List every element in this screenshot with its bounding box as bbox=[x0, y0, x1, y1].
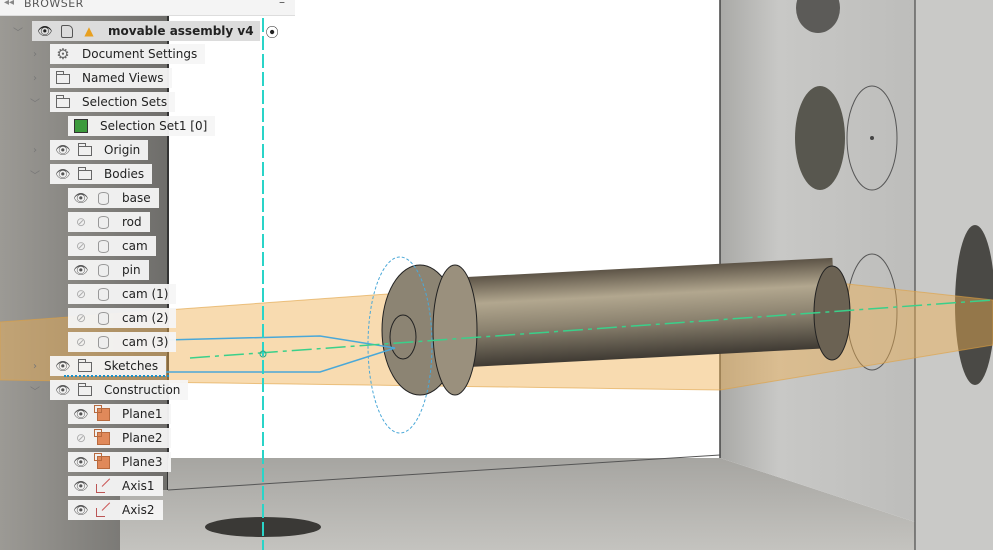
selection-set-icon bbox=[72, 117, 90, 135]
eye-hidden-icon[interactable]: ⊘ bbox=[72, 213, 90, 231]
eye-icon[interactable]: 👁 bbox=[72, 405, 90, 423]
body-icon bbox=[94, 309, 112, 327]
tree-item-label: Plane3 bbox=[122, 455, 163, 469]
tree-item[interactable]: 👁 pin bbox=[0, 259, 149, 281]
chevron-down-icon[interactable]: ﹀ bbox=[29, 167, 41, 182]
component-icon bbox=[58, 22, 76, 40]
eye-icon[interactable]: 👁 bbox=[54, 381, 72, 399]
tree-item[interactable]: › ⚙ Document Settings bbox=[0, 43, 206, 65]
tree-item-label: cam (3) bbox=[122, 335, 169, 349]
eye-icon[interactable]: 👁 bbox=[54, 141, 72, 159]
minimize-button[interactable]: – bbox=[279, 0, 285, 9]
body-icon bbox=[94, 213, 112, 231]
eye-icon[interactable]: 👁 bbox=[54, 165, 72, 183]
axis-icon bbox=[94, 501, 112, 519]
tree-item-label: base bbox=[122, 191, 151, 205]
tree-item[interactable]: 👁 Axis2 bbox=[0, 499, 163, 521]
tree-item-label: Sketches bbox=[104, 359, 159, 373]
tree-item-label: Bodies bbox=[104, 167, 145, 181]
tree-item[interactable]: 👁 base bbox=[0, 187, 159, 209]
eye-icon[interactable]: 👁 bbox=[72, 501, 90, 519]
chevron-right-icon[interactable]: › bbox=[29, 73, 41, 84]
tree-item-label: Selection Sets bbox=[82, 95, 168, 109]
tree-item[interactable]: ⊘ cam (2) bbox=[0, 307, 177, 329]
tree-item[interactable]: ⊘ Plane2 bbox=[0, 427, 171, 449]
tree-item-label: Named Views bbox=[82, 71, 164, 85]
tree-root[interactable]: ﹀ 👁 ▲ movable assembly v4 ⦿ bbox=[8, 20, 279, 42]
root-label: movable assembly v4 bbox=[108, 24, 254, 38]
folder-icon bbox=[76, 141, 94, 159]
eye-icon[interactable]: 👁 bbox=[72, 477, 90, 495]
folder-icon bbox=[76, 165, 94, 183]
tree-item[interactable]: › 👁 Sketches bbox=[0, 355, 169, 377]
browser-header: ◂◂ BROWSER – bbox=[0, 0, 295, 16]
eye-icon[interactable]: 👁 bbox=[72, 189, 90, 207]
plane-icon bbox=[93, 428, 112, 447]
chevron-right-icon[interactable]: › bbox=[29, 145, 41, 156]
body-icon bbox=[94, 261, 112, 279]
sketch-indicator bbox=[64, 375, 169, 377]
eye-hidden-icon[interactable]: ⊘ bbox=[72, 333, 90, 351]
eye-hidden-icon[interactable]: ⊘ bbox=[72, 429, 90, 447]
warning-icon[interactable]: ▲ bbox=[80, 22, 98, 40]
eye-hidden-icon[interactable]: ⊘ bbox=[72, 309, 90, 327]
chevron-right-icon[interactable]: › bbox=[29, 361, 41, 372]
tree-item[interactable]: ﹀ Selection Sets bbox=[0, 91, 176, 113]
folder-icon bbox=[54, 69, 72, 87]
tree-item-label: Origin bbox=[104, 143, 141, 157]
chevron-down-icon[interactable]: ﹀ bbox=[29, 383, 41, 398]
tree-item[interactable]: ﹀ 👁 Bodies bbox=[0, 163, 153, 185]
tree-item-label: cam bbox=[122, 239, 148, 253]
tree-item-label: Selection Set1 [0] bbox=[100, 119, 208, 133]
body-icon bbox=[94, 237, 112, 255]
chevron-right-icon[interactable]: › bbox=[29, 49, 41, 60]
tree-item-label: cam (1) bbox=[122, 287, 169, 301]
tree-item-label: Axis2 bbox=[122, 503, 155, 517]
axis-icon bbox=[94, 477, 112, 495]
body-icon bbox=[94, 285, 112, 303]
body-icon bbox=[94, 189, 112, 207]
tree-item-label: rod bbox=[122, 215, 142, 229]
tree-item-label: Plane1 bbox=[122, 407, 163, 421]
tree-item[interactable]: ﹀ 👁 Construction bbox=[0, 379, 189, 401]
tree-item[interactable]: 👁 Axis1 bbox=[0, 475, 163, 497]
chevron-down-icon[interactable]: ﹀ bbox=[12, 24, 24, 39]
tree-item-label: cam (2) bbox=[122, 311, 169, 325]
tree-item-label: Construction bbox=[104, 383, 181, 397]
browser-title: BROWSER bbox=[24, 0, 84, 10]
eye-icon[interactable]: 👁 bbox=[72, 261, 90, 279]
tree-item-label: Axis1 bbox=[122, 479, 155, 493]
plane-icon bbox=[93, 404, 112, 423]
body-icon bbox=[94, 333, 112, 351]
tree-item[interactable]: ⊘ cam bbox=[0, 235, 156, 257]
tree-item[interactable]: 👁 Plane3 bbox=[0, 451, 171, 473]
eye-hidden-icon[interactable]: ⊘ bbox=[72, 285, 90, 303]
tree-item[interactable]: › Named Views bbox=[0, 67, 172, 89]
gear-icon: ⚙ bbox=[56, 45, 70, 63]
eye-icon[interactable]: 👁 bbox=[36, 22, 54, 40]
plane-icon bbox=[93, 452, 112, 471]
folder-icon bbox=[76, 381, 94, 399]
eye-icon[interactable]: 👁 bbox=[54, 357, 72, 375]
tree-item[interactable]: 👁 Plane1 bbox=[0, 403, 171, 425]
chevron-down-icon[interactable]: ﹀ bbox=[29, 95, 41, 110]
tree-item-label: Plane2 bbox=[122, 431, 163, 445]
collapse-panel-icon[interactable]: ◂◂ bbox=[4, 0, 14, 8]
tree-item-label: Document Settings bbox=[82, 47, 198, 61]
tree-item[interactable]: › 👁 Origin bbox=[0, 139, 149, 161]
eye-hidden-icon[interactable]: ⊘ bbox=[72, 237, 90, 255]
tree-item[interactable]: ⊘ cam (3) bbox=[0, 331, 177, 353]
eye-icon[interactable]: 👁 bbox=[72, 453, 90, 471]
tree-item-label: pin bbox=[122, 263, 141, 277]
folder-icon bbox=[54, 93, 72, 111]
tree-item[interactable]: ⊘ cam (1) bbox=[0, 283, 177, 305]
folder-icon bbox=[76, 357, 94, 375]
activate-radio-icon[interactable]: ⦿ bbox=[266, 22, 279, 41]
tree-item[interactable]: Selection Set1 [0] bbox=[0, 115, 216, 137]
tree-item[interactable]: ⊘ rod bbox=[0, 211, 150, 233]
